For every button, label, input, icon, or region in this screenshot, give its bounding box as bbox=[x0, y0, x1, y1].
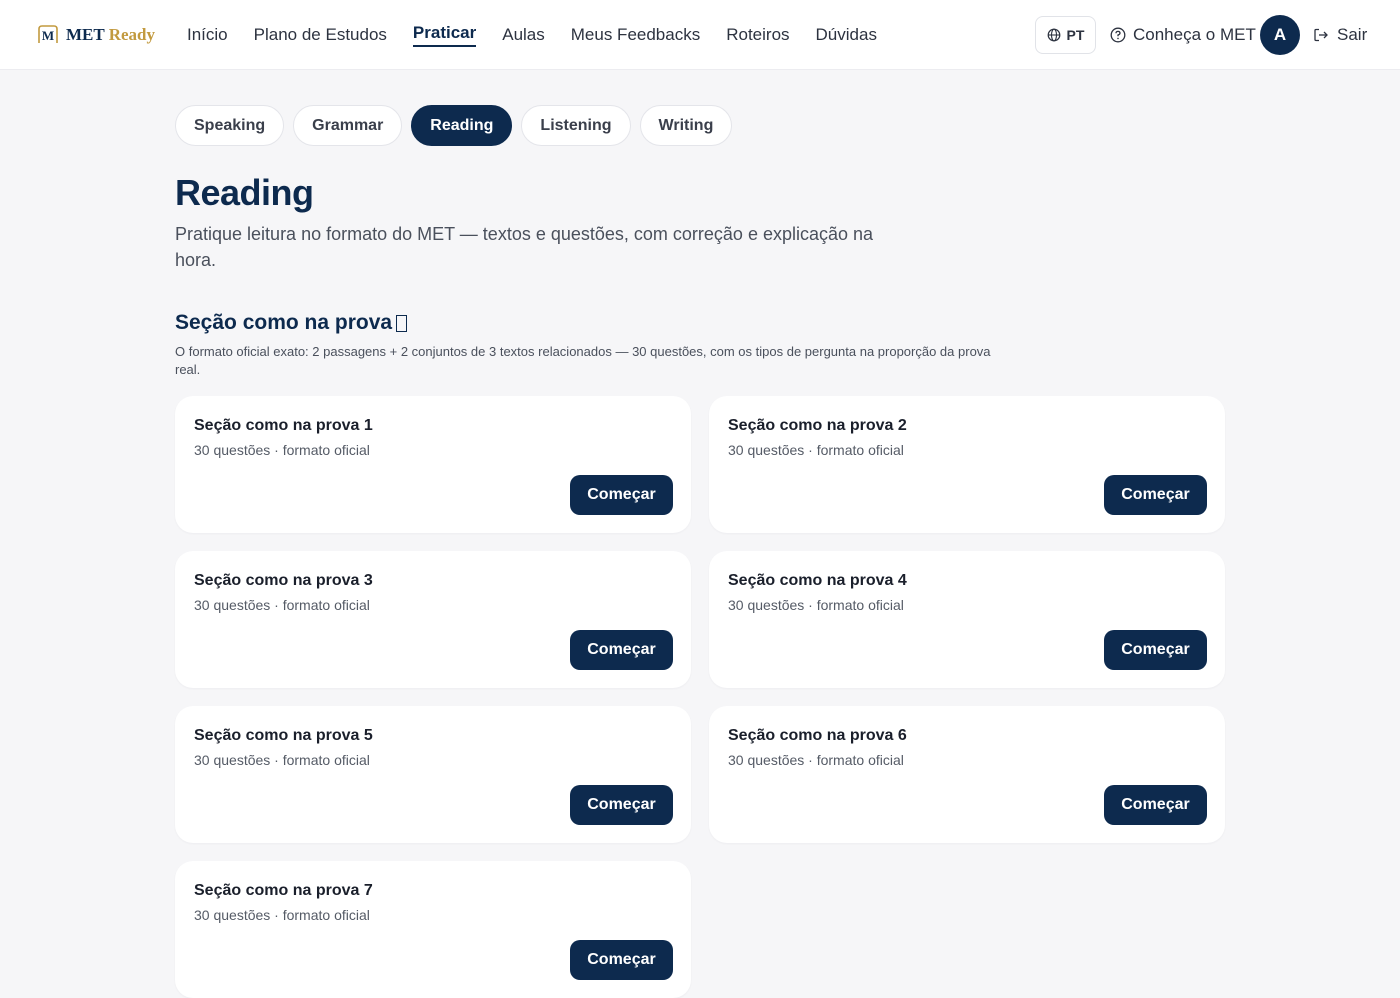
practice-card: Seção como na prova 3 30 questões · form… bbox=[175, 551, 691, 688]
card-title: Seção como na prova 6 bbox=[728, 727, 907, 744]
practice-card: Seção como na prova 7 30 questões · form… bbox=[175, 861, 691, 998]
nav-item-duvidas[interactable]: Dúvidas bbox=[816, 25, 877, 45]
logo-mark-letter: M bbox=[42, 28, 54, 43]
skill-tabs: Speaking Grammar Reading Listening Writi… bbox=[175, 105, 733, 146]
know-met-link[interactable]: Conheça o MET bbox=[1110, 24, 1256, 46]
language-button[interactable]: PT bbox=[1035, 16, 1096, 54]
card-subtitle: 30 questões · formato oficial bbox=[728, 597, 904, 613]
nav-item-inicio[interactable]: Início bbox=[187, 25, 228, 45]
card-title: Seção como na prova 2 bbox=[728, 417, 907, 434]
card-subtitle: 30 questões · formato oficial bbox=[194, 907, 370, 923]
card-subtitle: 30 questões · formato oficial bbox=[194, 752, 370, 768]
start-button[interactable]: Começar bbox=[1104, 475, 1207, 515]
help-circle-icon bbox=[1110, 27, 1126, 43]
start-button[interactable]: Começar bbox=[1104, 630, 1207, 670]
logo-product: Ready bbox=[108, 25, 156, 44]
card-title: Seção como na prova 1 bbox=[194, 417, 373, 434]
start-button[interactable]: Começar bbox=[570, 475, 673, 515]
nav-item-meus-feedbacks[interactable]: Meus Feedbacks bbox=[571, 25, 700, 45]
tab-listening[interactable]: Listening bbox=[521, 105, 631, 146]
card-title: Seção como na prova 5 bbox=[194, 727, 373, 744]
main-nav: Início Plano de Estudos Praticar Aulas M… bbox=[187, 0, 877, 70]
practice-card: Seção como na prova 2 30 questões · form… bbox=[709, 396, 1225, 533]
page-description: Pratique leitura no formato do MET — tex… bbox=[175, 224, 874, 270]
practice-card: Seção como na prova 5 30 questões · form… bbox=[175, 706, 691, 843]
logout-button[interactable]: Sair bbox=[1313, 24, 1367, 46]
section-title: Seção como na prova bbox=[175, 311, 408, 335]
globe-icon bbox=[1047, 28, 1060, 42]
know-met-label: Conheça o MET bbox=[1133, 25, 1256, 44]
start-button[interactable]: Começar bbox=[570, 630, 673, 670]
language-label: PT bbox=[1066, 27, 1085, 43]
card-title: Seção como na prova 7 bbox=[194, 882, 373, 899]
start-button[interactable]: Começar bbox=[570, 940, 673, 980]
met-ready-logo[interactable]: M MET Ready bbox=[36, 22, 155, 48]
nav-item-praticar[interactable]: Praticar bbox=[412, 23, 477, 47]
logo-brand: MET bbox=[66, 25, 105, 44]
nav-item-aulas[interactable]: Aulas bbox=[502, 25, 545, 45]
practice-card-grid: Seção como na prova 1 30 questões · form… bbox=[175, 396, 1225, 998]
nav-item-roteiros[interactable]: Roteiros bbox=[726, 25, 789, 45]
practice-card: Seção como na prova 1 30 questões · form… bbox=[175, 396, 691, 533]
logo-text: MET Ready bbox=[66, 25, 155, 45]
card-subtitle: 30 questões · formato oficial bbox=[728, 752, 904, 768]
start-button[interactable]: Começar bbox=[570, 785, 673, 825]
page-title: Reading bbox=[175, 172, 314, 213]
logout-label: Sair bbox=[1337, 25, 1368, 44]
practice-card: Seção como na prova 4 30 questões · form… bbox=[709, 551, 1225, 688]
placeholder-glyph-icon bbox=[396, 314, 408, 332]
tab-grammar[interactable]: Grammar bbox=[293, 105, 403, 146]
user-avatar[interactable]: A bbox=[1260, 15, 1300, 55]
tab-writing[interactable]: Writing bbox=[639, 105, 733, 146]
practice-card: Seção como na prova 6 30 questões · form… bbox=[709, 706, 1225, 843]
card-subtitle: 30 questões · formato oficial bbox=[194, 597, 370, 613]
top-navigation-bar: M MET Ready Início Plano de Estudos Prati… bbox=[0, 0, 1400, 70]
tab-reading[interactable]: Reading bbox=[411, 105, 513, 146]
card-subtitle: 30 questões · formato oficial bbox=[728, 442, 904, 458]
nav-item-plano-de-estudos[interactable]: Plano de Estudos bbox=[254, 25, 387, 45]
tab-speaking[interactable]: Speaking bbox=[175, 105, 285, 146]
card-title: Seção como na prova 4 bbox=[728, 572, 907, 589]
section-title-text: Seção como na prova bbox=[175, 311, 393, 334]
card-subtitle: 30 questões · formato oficial bbox=[194, 442, 370, 458]
start-button[interactable]: Começar bbox=[1104, 785, 1207, 825]
logout-icon bbox=[1314, 28, 1328, 42]
logo-mark-icon: M bbox=[38, 25, 58, 43]
section-description: O formato oficial exato: 2 passagens + 2… bbox=[175, 344, 991, 377]
card-title: Seção como na prova 3 bbox=[194, 572, 373, 589]
